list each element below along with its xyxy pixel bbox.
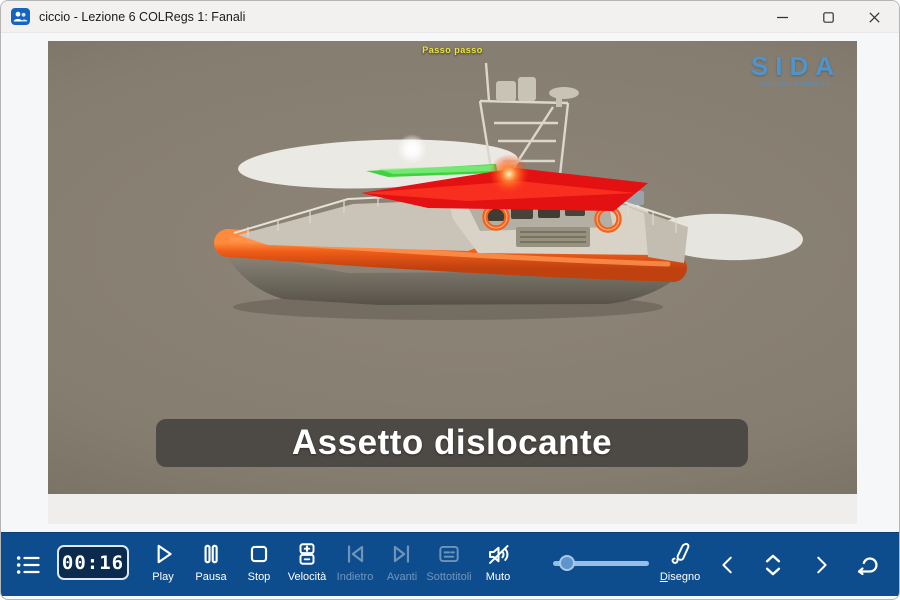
pause-icon (198, 539, 224, 569)
sida-logo: SIDA AutoSoft Multimedia (751, 53, 841, 88)
people-icon (11, 8, 31, 26)
stop-label: Stop (248, 571, 271, 583)
skip-back-icon (342, 539, 368, 569)
sida-logo-subtitle: AutoSoft Multimedia (751, 81, 841, 88)
previous-slide-button[interactable] (710, 548, 746, 582)
titlebar: ciccio - Lezione 6 COLRegs 1: Fanali (1, 1, 899, 33)
caption-text: Assetto dislocante (292, 423, 612, 463)
timer-value: 00:16 (62, 552, 124, 574)
replay-button[interactable] (849, 548, 885, 582)
chevron-right-icon (810, 553, 832, 577)
media-controlbar: 00:16 Play Pausa Stop (1, 532, 899, 596)
mute-icon (485, 539, 512, 569)
mute-label: Muto (486, 571, 510, 583)
close-button[interactable] (851, 1, 897, 33)
app-window: ciccio - Lezione 6 COLRegs 1: Fanali Pas… (0, 0, 900, 600)
play-label: Play (152, 571, 173, 583)
speed-label: Velocità (288, 571, 327, 583)
video-lower-strip (48, 494, 857, 524)
playlist-button[interactable] (13, 550, 47, 580)
pause-label: Pausa (195, 571, 226, 583)
minimize-button[interactable] (759, 1, 805, 33)
mute-button[interactable]: Muto (469, 539, 527, 593)
play-icon (150, 539, 176, 569)
expand-updown-icon (760, 551, 786, 579)
skip-forward-label: Avanti (387, 571, 417, 583)
return-loop-icon (853, 552, 881, 578)
speed-icon (294, 539, 320, 569)
subtitles-icon (436, 539, 462, 569)
subtitles-label: Sottotitoli (426, 571, 471, 583)
volume-slider[interactable] (553, 555, 649, 571)
sida-logo-title: SIDA (751, 53, 841, 79)
timer-display: 00:16 (57, 545, 129, 580)
stop-icon (246, 539, 272, 569)
skip-back-label: Indietro (337, 571, 374, 583)
maximize-button[interactable] (805, 1, 851, 33)
video-canvas[interactable]: Passo passo (48, 41, 857, 494)
draw-pen-icon (667, 539, 693, 569)
skip-forward-icon (389, 539, 415, 569)
chevron-left-icon (717, 553, 739, 577)
draw-label: Disegno (660, 571, 700, 583)
content-area: Passo passo (1, 33, 899, 532)
window-title: ciccio - Lezione 6 COLRegs 1: Fanali (39, 10, 245, 24)
caption-banner: Assetto dislocante (156, 419, 748, 467)
expand-collapse-button[interactable] (755, 548, 791, 582)
next-slide-button[interactable] (803, 548, 839, 582)
draw-button[interactable]: Disegno (651, 539, 709, 593)
volume-slider-handle[interactable] (559, 555, 575, 571)
window-controls (759, 1, 897, 33)
